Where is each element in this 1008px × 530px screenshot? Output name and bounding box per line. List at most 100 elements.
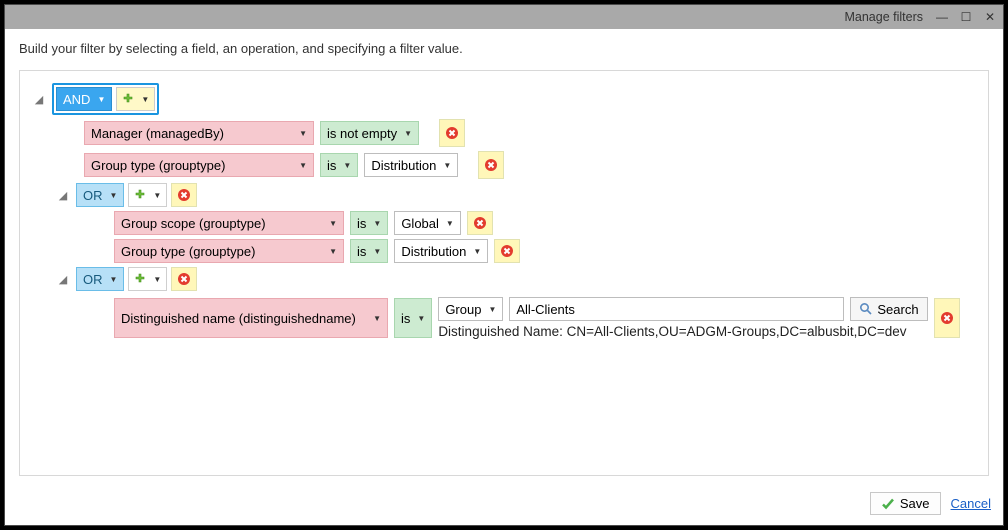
value-label: Distribution	[371, 158, 436, 173]
dn-resolved-text: Distinguished Name: CN=All-Clients,OU=AD…	[438, 324, 927, 339]
add-rule-button[interactable]: ▼	[128, 183, 167, 207]
add-rule-button[interactable]: ▼	[116, 87, 155, 111]
operation-selector[interactable]: is not empty ▼	[320, 121, 419, 145]
collapse-toggle-icon[interactable]: ◢	[56, 273, 70, 286]
delete-rule-button[interactable]	[494, 239, 520, 263]
operation-label: is	[401, 311, 410, 326]
dn-value-block: Group ▼ All-Clients Search Distinguished…	[438, 297, 927, 339]
delete-rule-button[interactable]	[467, 211, 493, 235]
operation-label: is	[357, 216, 366, 231]
titlebar: Manage filters — ☐ ✕	[5, 5, 1003, 29]
chevron-down-icon: ▼	[373, 314, 381, 323]
chevron-down-icon: ▼	[153, 275, 161, 284]
add-rule-button[interactable]: ▼	[128, 267, 167, 291]
chevron-down-icon: ▼	[373, 219, 381, 228]
plus-icon	[134, 189, 146, 201]
value-label: Global	[401, 216, 439, 231]
operation-selector[interactable]: is ▼	[350, 211, 388, 235]
instructions-text: Build your filter by selecting a field, …	[5, 29, 1003, 64]
delete-icon	[445, 126, 459, 140]
operation-label: is	[327, 158, 336, 173]
plus-icon	[134, 273, 146, 285]
search-button[interactable]: Search	[850, 297, 927, 321]
field-label: Group scope (grouptype)	[121, 216, 266, 231]
chevron-down-icon: ▼	[97, 95, 105, 104]
window-controls: — ☐ ✕	[935, 11, 997, 23]
operation-selector[interactable]: is ▼	[350, 239, 388, 263]
operation-selector[interactable]: is ▼	[320, 153, 358, 177]
subgroup-controls: OR ▼ ▼	[76, 267, 197, 291]
delete-rule-button[interactable]	[439, 119, 465, 147]
filter-canvas: ◢ AND ▼ ▼ Manager (managedBy) ▼ is not e…	[19, 70, 989, 476]
chevron-down-icon: ▼	[373, 247, 381, 256]
delete-group-button[interactable]	[171, 183, 197, 207]
chevron-down-icon: ▼	[141, 95, 149, 104]
subgroup-controls: OR ▼ ▼	[76, 183, 197, 207]
delete-rule-button[interactable]	[478, 151, 504, 179]
chevron-down-icon: ▼	[488, 305, 496, 314]
value-selector[interactable]: Distribution ▼	[394, 239, 488, 263]
chevron-down-icon: ▼	[329, 247, 337, 256]
save-button[interactable]: Save	[870, 492, 941, 515]
chevron-down-icon: ▼	[110, 275, 118, 284]
delete-icon	[940, 311, 954, 325]
operation-label: is not empty	[327, 126, 397, 141]
collapse-toggle-icon[interactable]: ◢	[32, 93, 46, 106]
field-selector[interactable]: Group type (grouptype) ▼	[114, 239, 344, 263]
cancel-link[interactable]: Cancel	[951, 496, 991, 511]
target-type-selector[interactable]: Group ▼	[438, 297, 503, 321]
operation-label: is	[357, 244, 366, 259]
field-label: Manager (managedBy)	[91, 126, 224, 141]
field-label: Group type (grouptype)	[91, 158, 225, 173]
operation-selector[interactable]: is ▼	[394, 298, 432, 338]
logical-op-or[interactable]: OR ▼	[76, 267, 124, 291]
filter-rule: Group type (grouptype) ▼ is ▼ Distributi…	[114, 239, 982, 263]
filter-rule: Group type (grouptype) ▼ is ▼ Distributi…	[84, 151, 982, 179]
window: Manage filters — ☐ ✕ Build your filter b…	[4, 4, 1004, 526]
minimize-button[interactable]: —	[935, 11, 949, 23]
target-name-input[interactable]: All-Clients	[509, 297, 844, 321]
logical-op-label: OR	[83, 272, 103, 287]
maximize-button[interactable]: ☐	[959, 11, 973, 23]
chevron-down-icon: ▼	[299, 161, 307, 170]
delete-group-button[interactable]	[171, 267, 197, 291]
root-group-selected: AND ▼ ▼	[52, 83, 159, 115]
field-selector[interactable]: Manager (managedBy) ▼	[84, 121, 314, 145]
search-icon	[859, 302, 873, 316]
field-label: Distinguished name (distinguishedname)	[121, 311, 356, 326]
logical-op-or[interactable]: OR ▼	[76, 183, 124, 207]
value-selector[interactable]: Distribution ▼	[364, 153, 458, 177]
chevron-down-icon: ▼	[110, 191, 118, 200]
delete-icon	[473, 216, 487, 230]
field-label: Group type (grouptype)	[121, 244, 255, 259]
subgroup-header: ◢ OR ▼ ▼	[56, 183, 982, 207]
delete-rule-button[interactable]	[934, 298, 960, 338]
chevron-down-icon: ▼	[153, 191, 161, 200]
chevron-down-icon: ▼	[404, 129, 412, 138]
delete-icon	[177, 272, 191, 286]
logical-op-label: OR	[83, 188, 103, 203]
filter-rule: Group scope (grouptype) ▼ is ▼ Global ▼	[114, 211, 982, 235]
collapse-toggle-icon[interactable]: ◢	[56, 189, 70, 202]
close-button[interactable]: ✕	[983, 11, 997, 23]
root-group-header: ◢ AND ▼ ▼	[32, 83, 982, 115]
value-selector[interactable]: Global ▼	[394, 211, 461, 235]
delete-icon	[177, 188, 191, 202]
field-selector[interactable]: Group type (grouptype) ▼	[84, 153, 314, 177]
subgroup-header: ◢ OR ▼ ▼	[56, 267, 982, 291]
logical-op-and[interactable]: AND ▼	[56, 87, 112, 111]
footer: Save Cancel	[5, 486, 1003, 525]
field-selector[interactable]: Group scope (grouptype) ▼	[114, 211, 344, 235]
chevron-down-icon: ▼	[446, 219, 454, 228]
save-label: Save	[900, 496, 930, 511]
chevron-down-icon: ▼	[299, 129, 307, 138]
field-selector[interactable]: Distinguished name (distinguishedname) ▼	[114, 298, 388, 338]
logical-op-label: AND	[63, 92, 90, 107]
chevron-down-icon: ▼	[329, 219, 337, 228]
filter-rule-dn: Distinguished name (distinguishedname) ▼…	[114, 297, 982, 339]
chevron-down-icon: ▼	[343, 161, 351, 170]
search-label: Search	[877, 302, 918, 317]
delete-icon	[484, 158, 498, 172]
value-label: Distribution	[401, 244, 466, 259]
check-icon	[881, 497, 895, 511]
